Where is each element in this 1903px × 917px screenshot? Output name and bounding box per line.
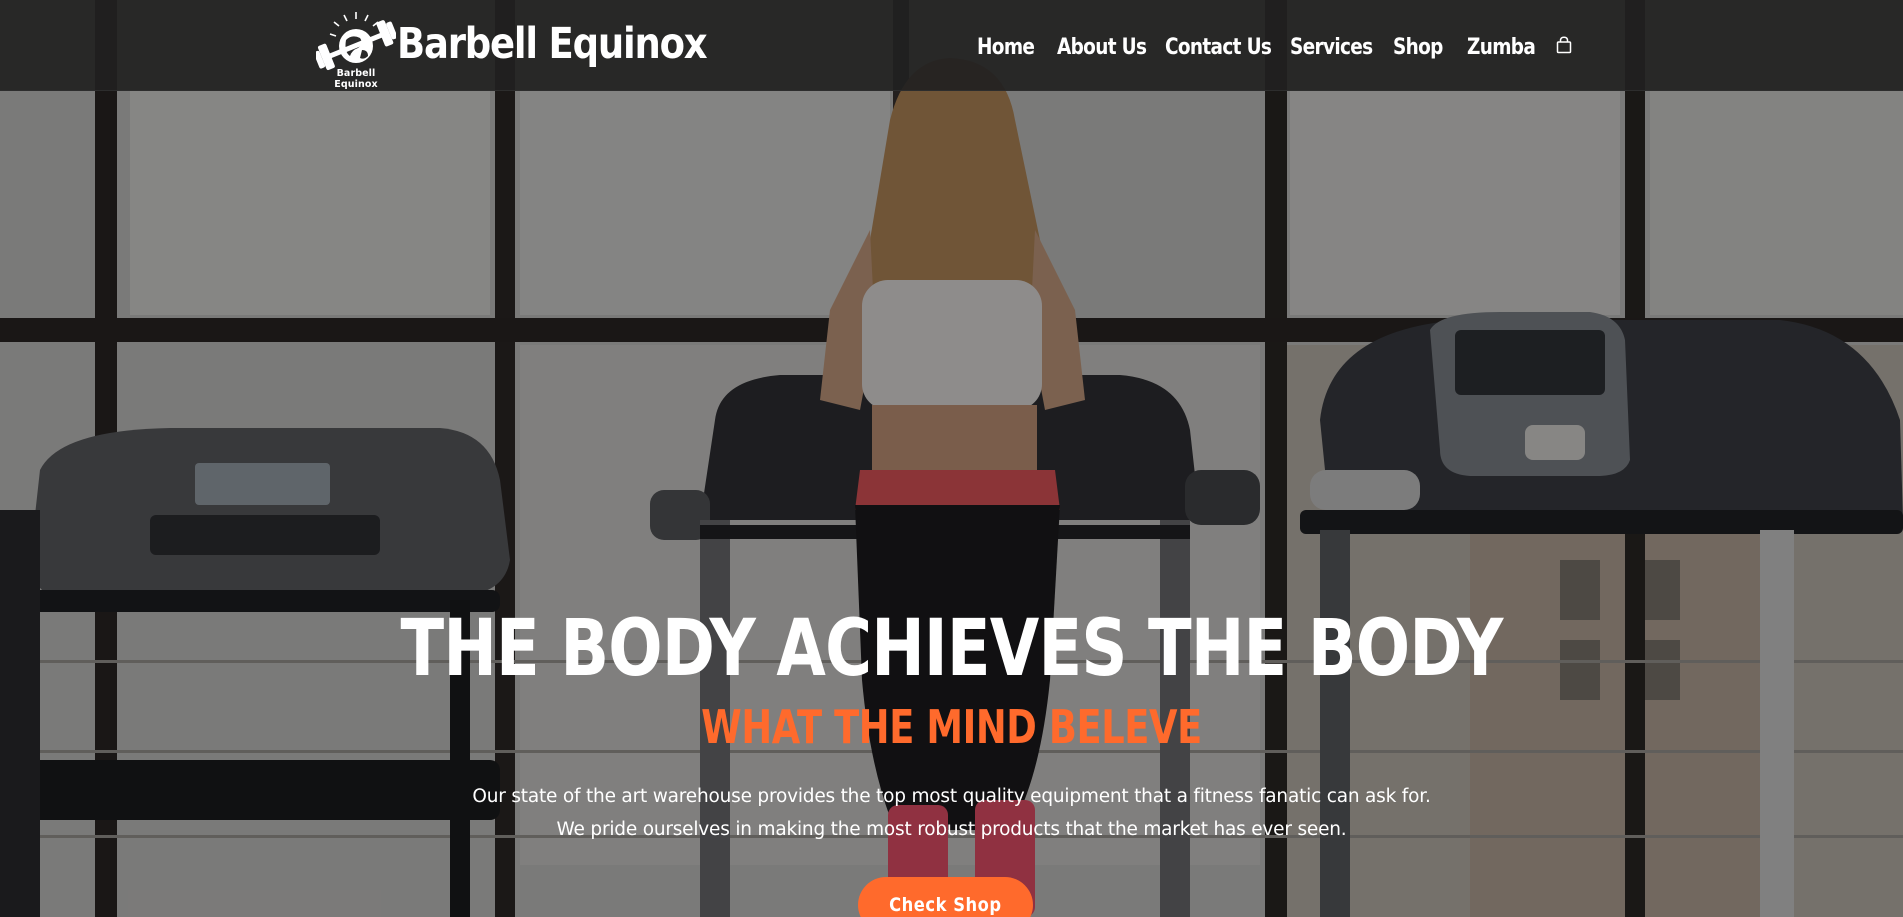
nav-link-about-us[interactable]: About Us xyxy=(1057,35,1147,60)
shopping-bag-icon[interactable] xyxy=(1556,36,1572,54)
hero-description: Our state of the art warehouse provides … xyxy=(0,780,1903,846)
nav-link-contact-us[interactable]: Contact Us xyxy=(1165,35,1272,60)
site-header: Barbell Equinox Barbell Equinox Home Abo… xyxy=(0,0,1903,91)
hero-title: THE BODY ACHIEVES THE BODY xyxy=(400,604,1504,694)
nav-link-zumba[interactable]: Zumba xyxy=(1467,35,1536,60)
page: Barbell Equinox Barbell Equinox Home Abo… xyxy=(0,0,1903,917)
nav-link-home[interactable]: Home xyxy=(977,35,1035,60)
check-shop-button-label: Check Shop xyxy=(889,894,1002,916)
logo-caption: Barbell Equinox xyxy=(334,68,378,90)
hero-description-line: Our state of the art warehouse provides … xyxy=(472,786,1431,807)
nav-link-shop[interactable]: Shop xyxy=(1393,35,1443,60)
nav-link-services[interactable]: Services xyxy=(1290,35,1373,60)
hero-description-line: We pride ourselves in making the most ro… xyxy=(556,819,1347,840)
hero-subtitle: WHAT THE MIND BELEVE xyxy=(701,700,1202,754)
site-title[interactable]: Barbell Equinox xyxy=(397,18,708,70)
check-shop-button[interactable]: Check Shop xyxy=(858,877,1033,917)
